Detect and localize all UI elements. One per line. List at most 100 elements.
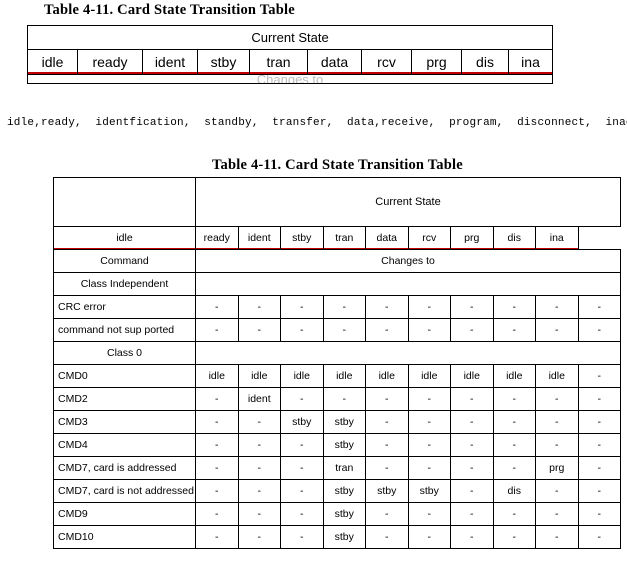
table-row: CRC error - - - - - - - - - - [53,295,622,319]
cell-cmd4-dis: - [535,433,579,457]
cell-cmd2-rcv: - [450,387,494,411]
row-label: CMD2 [53,387,196,411]
cell-cmd10-idle: - [195,525,239,549]
top-clipped-cell: Changes to [26,74,554,84]
bottom-state-header-ident: ident [237,226,281,250]
cell-cmd7-card-is-not-addressed-ready: - [237,479,281,503]
command-column-label: Command [53,249,196,273]
cell-command-not-sup-ported-tran: - [365,318,409,342]
cell-cmd7-card-is-not-addressed-data: stby [407,479,451,503]
cell-cmd7-card-is-not-addressed-ident: - [280,479,324,503]
table-row: CMD3- - stby stby - - - - - - [53,410,622,434]
cell-command-not-sup-ported-idle: - [195,318,239,342]
top-state-header-rcv: rcv [361,49,412,75]
table-row: CMD9- - - stby - - - - - - [53,502,622,526]
cell-cmd9-ina: - [577,502,622,526]
cell-cmd4-ident: - [280,433,324,457]
cell-cmd4-data: - [407,433,451,457]
top-state-header-ident: ident [142,49,198,75]
cell-cmd10-prg: - [492,525,536,549]
row-label: CMD0 [53,364,196,388]
table-row: CMD4- - - stby - - - - - - [53,433,622,457]
card-state-transition-table: Current State idle ready ident stby tran data r… [53,177,622,549]
cell-cmd0-ina: - [577,364,622,388]
cell-cmd4-ina: - [577,433,622,457]
cell-cmd9-stby: stby [322,502,366,526]
cell-cmd2-prg: - [492,387,536,411]
cell-crc-error-idle: - [195,295,239,319]
cell-cmd7-card-is-not-addressed-dis: - [535,479,579,503]
cell-cmd7-card-is-addressed-ina: - [577,456,622,480]
cell-cmd9-ident: - [280,502,324,526]
cell-cmd0-prg: idle [492,364,536,388]
cell-cmd4-ready: - [237,433,281,457]
cell-cmd9-rcv: - [450,502,494,526]
cell-command-not-sup-ported-ina: - [577,318,622,342]
cell-cmd0-data: idle [407,364,451,388]
bottom-state-header-stby: stby [280,226,324,250]
row-label: CMD4 [53,433,196,457]
cell-cmd7-card-is-not-addressed-tran: stby [365,479,409,503]
cell-cmd7-card-is-not-addressed-stby: stby [322,479,366,503]
cell-cmd3-tran: - [365,410,409,434]
top-table-title: Table 4-11. Card State Transition Table [44,2,295,18]
section-blank-cell-class-independent [194,272,622,296]
row-label: CMD3 [53,410,196,434]
cell-cmd10-tran: - [365,525,409,549]
section-row-class-0: Class 0 [53,341,622,365]
row-label: CMD10 [53,525,196,549]
cell-cmd10-ident: - [280,525,324,549]
top-current-state-header: Current State [26,25,554,50]
cell-cmd2-idle: - [195,387,239,411]
cell-cmd9-ready: - [237,502,281,526]
changes-to-header: Changes to [194,249,622,273]
cell-crc-error-data: - [407,295,451,319]
cell-cmd9-tran: - [365,502,409,526]
row-label: CMD9 [53,502,196,526]
cell-cmd3-rcv: - [450,410,494,434]
cell-cmd4-tran: - [365,433,409,457]
table-row: CMD7, card is addressed - - - tran - - - - prg - [53,456,622,480]
cell-cmd7-card-is-addressed-ready: - [237,456,281,480]
top-state-header-idle: idle [27,49,78,75]
bottom-state-header-tran: tran [322,226,366,250]
section-blank-cell-class-0 [194,341,622,365]
cell-cmd3-dis: - [535,410,579,434]
cell-cmd7-card-is-addressed-prg: - [492,456,536,480]
state-abbreviation-legend: idle,ready, identfication, standby, tran… [7,117,627,129]
cell-cmd3-ina: - [577,410,622,434]
top-state-header-ready: ready [77,49,143,75]
cell-cmd10-data: - [407,525,451,549]
cell-crc-error-rcv: - [450,295,494,319]
cell-cmd10-dis: - [535,525,579,549]
bottom-state-names-row: idle ready ident stby tran data rcv prg dis ina [53,226,621,250]
cell-cmd10-stby: stby [322,525,366,549]
top-clipped-changes-to-label: Changes to [256,74,324,84]
cell-cmd7-card-is-addressed-stby: tran [322,456,366,480]
bottom-state-header-rcv: rcv [407,226,451,250]
cell-command-not-sup-ported-prg: - [492,318,536,342]
cell-cmd2-dis: - [535,387,579,411]
top-state-header-stby: stby [197,49,250,75]
cell-cmd4-stby: stby [322,433,366,457]
cell-cmd7-card-is-addressed-ident: - [280,456,324,480]
bottom-state-header-prg: prg [450,226,494,250]
section-label-class-0: Class 0 [53,341,196,365]
cell-crc-error-ident: - [280,295,324,319]
cell-crc-error-tran: - [365,295,409,319]
cell-cmd3-data: - [407,410,451,434]
top-state-header-prg: prg [411,49,462,75]
cell-command-not-sup-ported-ready: - [237,318,281,342]
row-label: command not sup ported [53,318,196,342]
cell-command-not-sup-ported-ident: - [280,318,324,342]
cell-crc-error-ina: - [577,295,622,319]
top-state-header-tran: tran [249,49,308,75]
cell-cmd4-prg: - [492,433,536,457]
cell-cmd0-stby: idle [322,364,366,388]
cell-cmd7-card-is-not-addressed-rcv: - [450,479,494,503]
cell-crc-error-ready: - [237,295,281,319]
cell-cmd3-idle: - [195,410,239,434]
cell-cmd2-stby: - [322,387,366,411]
bottom-command-changes-row: Command Changes to [53,249,622,273]
top-state-transition-table: Current State idle ready ident stby tran data… [26,25,554,84]
